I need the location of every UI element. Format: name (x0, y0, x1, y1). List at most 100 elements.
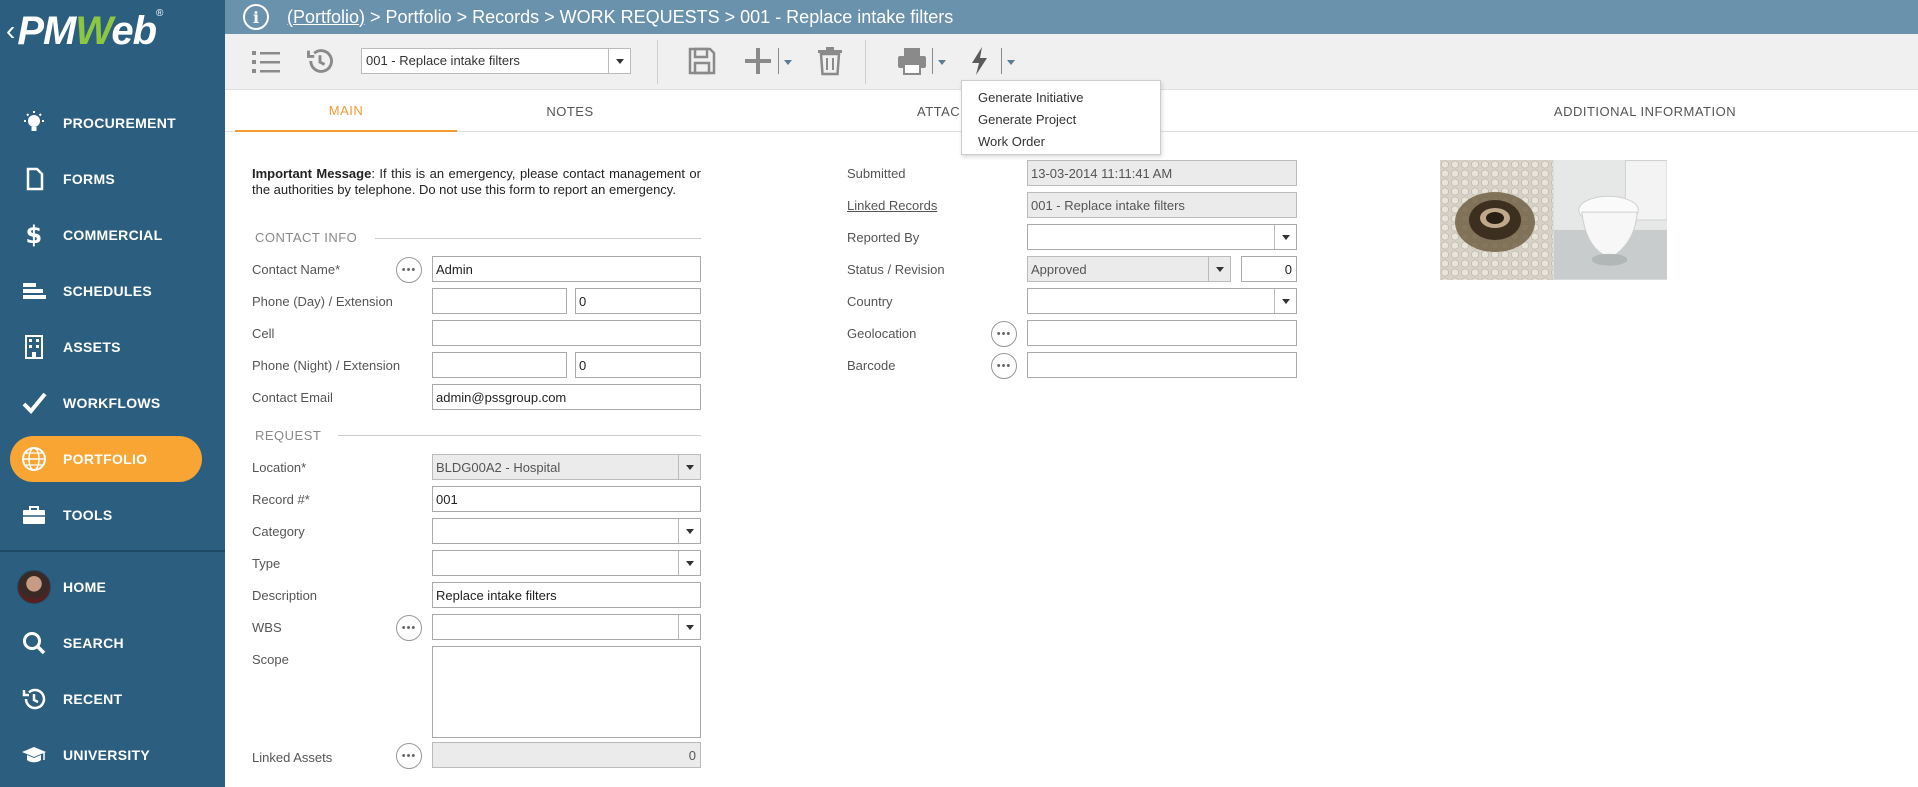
contact-email-field[interactable]: admin@pssgroup.com (432, 384, 701, 410)
section-divider (338, 435, 701, 436)
nav-item-search[interactable]: SEARCH (10, 620, 202, 666)
menu-item-generate-project[interactable]: Generate Project (962, 108, 1160, 130)
print-dropdown-chevron-icon[interactable] (938, 60, 946, 65)
chevron-down-icon[interactable] (608, 49, 630, 73)
contact-email-label: Contact Email (252, 390, 333, 405)
important-message: Important Message: If this is an emergen… (252, 166, 701, 198)
print-split-divider (932, 48, 933, 74)
info-icon[interactable]: i (243, 4, 269, 30)
cell-field[interactable] (432, 320, 701, 346)
nav-item-commercial[interactable]: $ COMMERCIAL (10, 212, 202, 258)
action-split-divider (1001, 48, 1002, 74)
type-label: Type (252, 556, 281, 571)
print-icon[interactable] (896, 46, 928, 79)
record-selector[interactable]: 001 - Replace intake filters (361, 48, 631, 74)
menu-item-generate-initiative[interactable]: Generate Initiative (962, 86, 1160, 108)
revision-field[interactable]: 0 (1241, 256, 1297, 282)
geolocation-field[interactable] (1027, 320, 1297, 346)
chevron-down-icon[interactable] (678, 615, 700, 639)
chevron-down-icon[interactable] (678, 455, 700, 479)
phone-night-field[interactable] (432, 352, 567, 378)
dollar-icon: $ (13, 222, 55, 248)
list-view-icon[interactable] (251, 48, 281, 79)
save-icon[interactable] (687, 46, 717, 79)
add-split-divider (778, 48, 779, 74)
reported-by-label: Reported By (847, 230, 920, 245)
checkmark-icon (13, 390, 55, 416)
toolbox-icon (13, 502, 55, 528)
menu-item-work-order[interactable]: Work Order (962, 130, 1160, 152)
delete-icon[interactable] (816, 46, 844, 79)
more-options-icon[interactable]: ••• (991, 353, 1017, 379)
scope-textarea[interactable] (432, 646, 701, 738)
nav-item-home[interactable]: HOME (10, 564, 202, 610)
phone-day-label: Phone (Day) / Extension (252, 294, 393, 309)
tab-notes[interactable]: NOTES (485, 90, 655, 132)
country-label: Country (847, 294, 893, 309)
phone-day-extension-field[interactable]: 0 (575, 288, 701, 314)
phone-day-field[interactable] (432, 288, 567, 314)
nav-item-schedules[interactable]: SCHEDULES (10, 268, 202, 314)
logo-text-pm: PM (17, 8, 76, 53)
nav-item-university[interactable]: UNIVERSITY (10, 732, 202, 778)
nav-item-forms[interactable]: FORMS (10, 156, 202, 202)
section-divider (375, 238, 701, 239)
nav-item-procurement[interactable]: PROCUREMENT (10, 100, 202, 146)
more-options-icon[interactable]: ••• (396, 615, 422, 641)
barcode-field[interactable] (1027, 352, 1297, 378)
type-select[interactable] (432, 550, 701, 576)
nav-item-tools[interactable]: TOOLS (10, 492, 202, 538)
geolocation-label: Geolocation (847, 326, 917, 341)
record-number-label: Record #* (252, 492, 310, 507)
record-number-field[interactable]: 001 (432, 486, 701, 512)
chevron-down-icon[interactable] (678, 519, 700, 543)
reported-by-select[interactable] (1027, 224, 1297, 250)
lightning-action-icon[interactable] (969, 46, 991, 79)
add-icon[interactable] (743, 46, 773, 79)
more-options-icon[interactable]: ••• (991, 321, 1017, 347)
linked-records-field: 001 - Replace intake filters (1027, 192, 1297, 218)
logo-text-w: W (75, 8, 112, 53)
chevron-down-icon[interactable] (1274, 225, 1296, 249)
scope-label: Scope (252, 652, 289, 667)
history-icon[interactable] (305, 46, 335, 79)
location-label: Location* (252, 460, 307, 475)
back-chevron-icon[interactable]: ‹ (6, 15, 15, 47)
nav-item-assets[interactable]: ASSETS (10, 324, 202, 370)
breadcrumb-portfolio-link[interactable]: (Portfolio) (287, 7, 365, 28)
pmweb-logo[interactable]: ‹ PMWeb ® (0, 0, 225, 62)
work-request-photo[interactable] (1440, 160, 1667, 280)
contact-name-field[interactable]: Admin (432, 256, 701, 282)
add-dropdown-chevron-icon[interactable] (784, 60, 792, 65)
more-options-icon[interactable]: ••• (396, 743, 422, 769)
nav-item-portfolio[interactable]: PORTFOLIO (10, 436, 202, 482)
section-request: REQUEST (255, 428, 322, 443)
wbs-select[interactable] (432, 614, 701, 640)
linked-assets-label: Linked Assets (252, 750, 333, 765)
more-options-icon[interactable]: ••• (396, 257, 422, 283)
linked-records-link[interactable]: Linked Records (847, 198, 937, 213)
search-icon (13, 630, 55, 656)
country-select[interactable] (1027, 288, 1297, 314)
globe-icon (13, 446, 55, 472)
nav-label: PROCUREMENT (63, 115, 176, 131)
nav-item-workflows[interactable]: WORKFLOWS (10, 380, 202, 426)
tab-additional-information[interactable]: ADDITIONAL INFORMATION (1465, 90, 1825, 132)
tab-main[interactable]: MAIN (235, 90, 457, 132)
registered-mark: ® (156, 8, 164, 19)
nav-label: PORTFOLIO (63, 451, 148, 467)
nav-label: TOOLS (63, 507, 113, 523)
chevron-down-icon[interactable] (678, 551, 700, 575)
location-select[interactable]: BLDG00A2 - Hospital (432, 454, 701, 480)
chevron-down-icon[interactable] (1208, 257, 1230, 281)
action-dropdown-chevron-icon[interactable] (1007, 60, 1015, 65)
barcode-label: Barcode (847, 358, 896, 373)
phone-night-extension-field[interactable]: 0 (575, 352, 701, 378)
nav-item-recent[interactable]: RECENT (10, 676, 202, 722)
chevron-down-icon[interactable] (1274, 289, 1296, 313)
category-select[interactable] (432, 518, 701, 544)
status-select[interactable]: Approved (1027, 256, 1231, 282)
nav-label: FORMS (63, 171, 116, 187)
description-field[interactable]: Replace intake filters (432, 582, 701, 608)
gantt-icon (13, 278, 55, 304)
